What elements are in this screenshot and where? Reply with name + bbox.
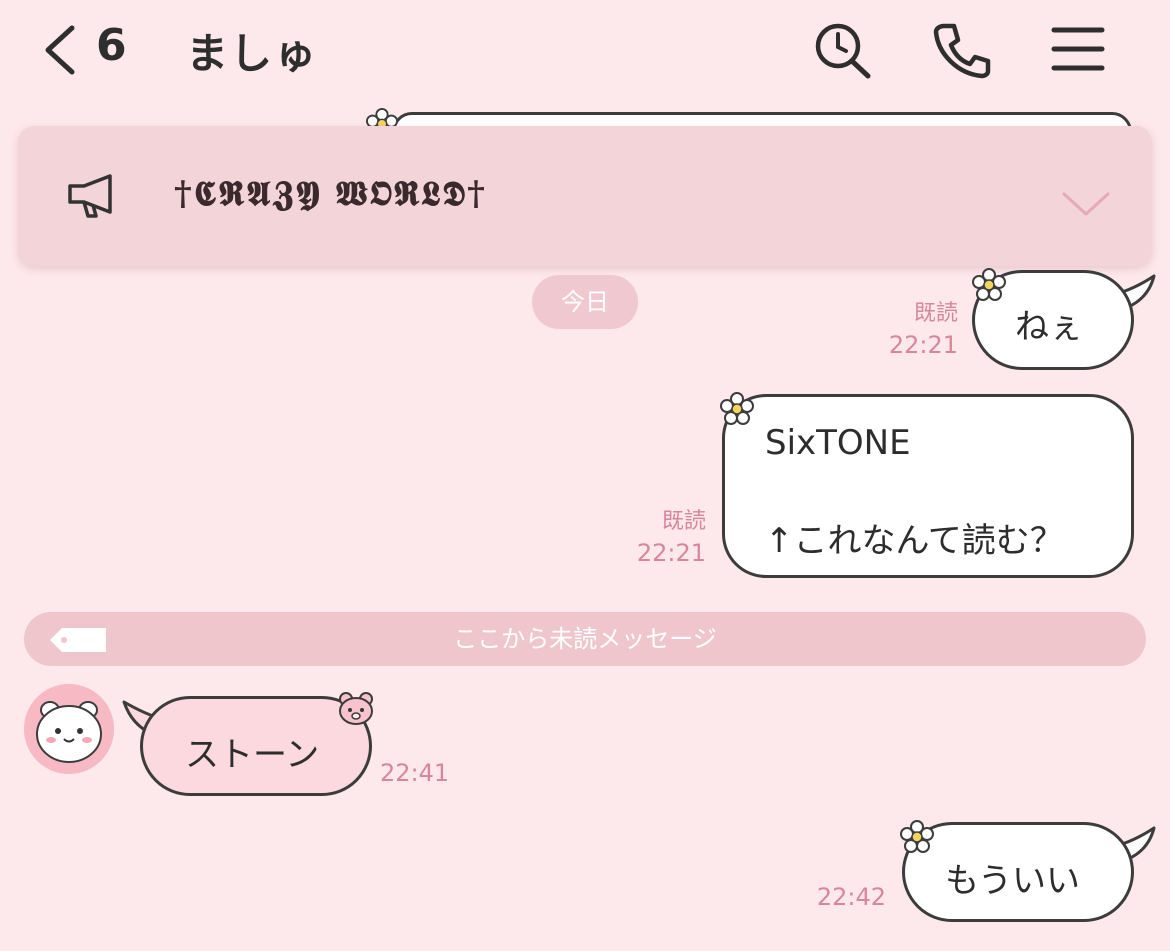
announcement-text: †𝕮𝕽𝕬𝖅𝖄 𝖂𝕺𝕽𝕷𝕯† (174, 174, 487, 214)
phone-icon[interactable] (930, 18, 994, 82)
message-text: ねぇ (1015, 307, 1083, 347)
message-text: もういい (945, 861, 1080, 901)
bear-avatar-icon (24, 684, 114, 774)
read-receipt: 既読 (913, 301, 958, 326)
unread-label: ここから未読メッセージ (453, 625, 717, 653)
chat-screen: 6 ましゅ †𝕮𝕽𝕬𝖅𝖄 𝖂𝕺𝕽𝕷𝕯† 今日 既読 22:21 ねぇ 既読 22… (0, 0, 1170, 951)
message-text-line: SixTONE (765, 423, 911, 463)
message-text-line: ↑これなんて読む？ (765, 521, 1064, 561)
message-meta: 既読 22:21 (610, 508, 706, 570)
bear-icon (339, 692, 373, 725)
flower-icon (900, 820, 934, 853)
chat-header: 6 ましゅ (0, 0, 1170, 100)
date-separator: 今日 (532, 275, 638, 329)
message-meta: 22:42 (800, 880, 886, 914)
message-meta: 既読 22:21 (860, 300, 958, 362)
announcement-banner[interactable]: †𝕮𝕽𝕬𝖅𝖄 𝖂𝕺𝕽𝕷𝕯† (18, 126, 1152, 266)
message-time: 22:41 (380, 759, 450, 787)
message-text: ストーン (185, 735, 320, 775)
message-time: 22:21 (636, 539, 706, 567)
read-receipt: 既読 (661, 509, 706, 534)
chevron-down-icon[interactable] (1058, 188, 1114, 218)
unread-divider: ここから未読メッセージ (24, 612, 1146, 666)
unread-count[interactable]: 6 (96, 20, 127, 71)
avatar[interactable] (24, 684, 114, 774)
flower-icon (972, 268, 1006, 301)
message-time: 22:42 (816, 883, 886, 911)
menu-icon[interactable] (1046, 18, 1110, 82)
flower-icon (720, 392, 754, 425)
message-bubble[interactable]: SixTONE ↑これなんて読む？ (722, 394, 1134, 578)
search-icon[interactable] (810, 18, 874, 82)
chevron-left-icon[interactable] (36, 22, 86, 78)
chat-title[interactable]: ましゅ (186, 20, 318, 81)
megaphone-icon (68, 174, 112, 218)
message-meta: 22:41 (380, 756, 460, 790)
message-bubble[interactable]: もういい (902, 822, 1134, 922)
message-time: 22:21 (888, 331, 958, 359)
